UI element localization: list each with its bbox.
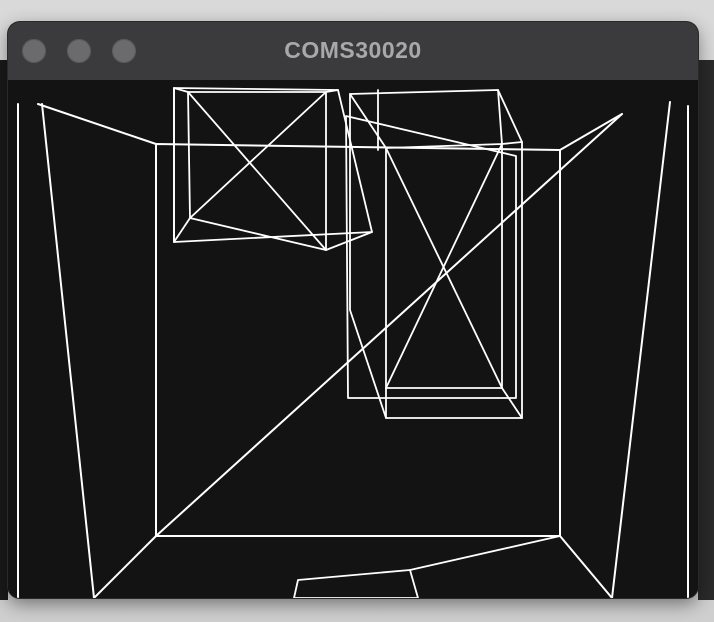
scene-background [8,80,698,598]
wireframe-scene [8,80,698,598]
app-window: COMS30020 [8,22,698,598]
desktop-background: COMS30020 [0,0,714,622]
desktop-edge-right [698,60,714,600]
desktop-edge-left [0,60,8,600]
render-viewport[interactable] [8,80,698,598]
title-bar[interactable]: COMS30020 [8,22,698,81]
window-title: COMS30020 [284,37,422,63]
